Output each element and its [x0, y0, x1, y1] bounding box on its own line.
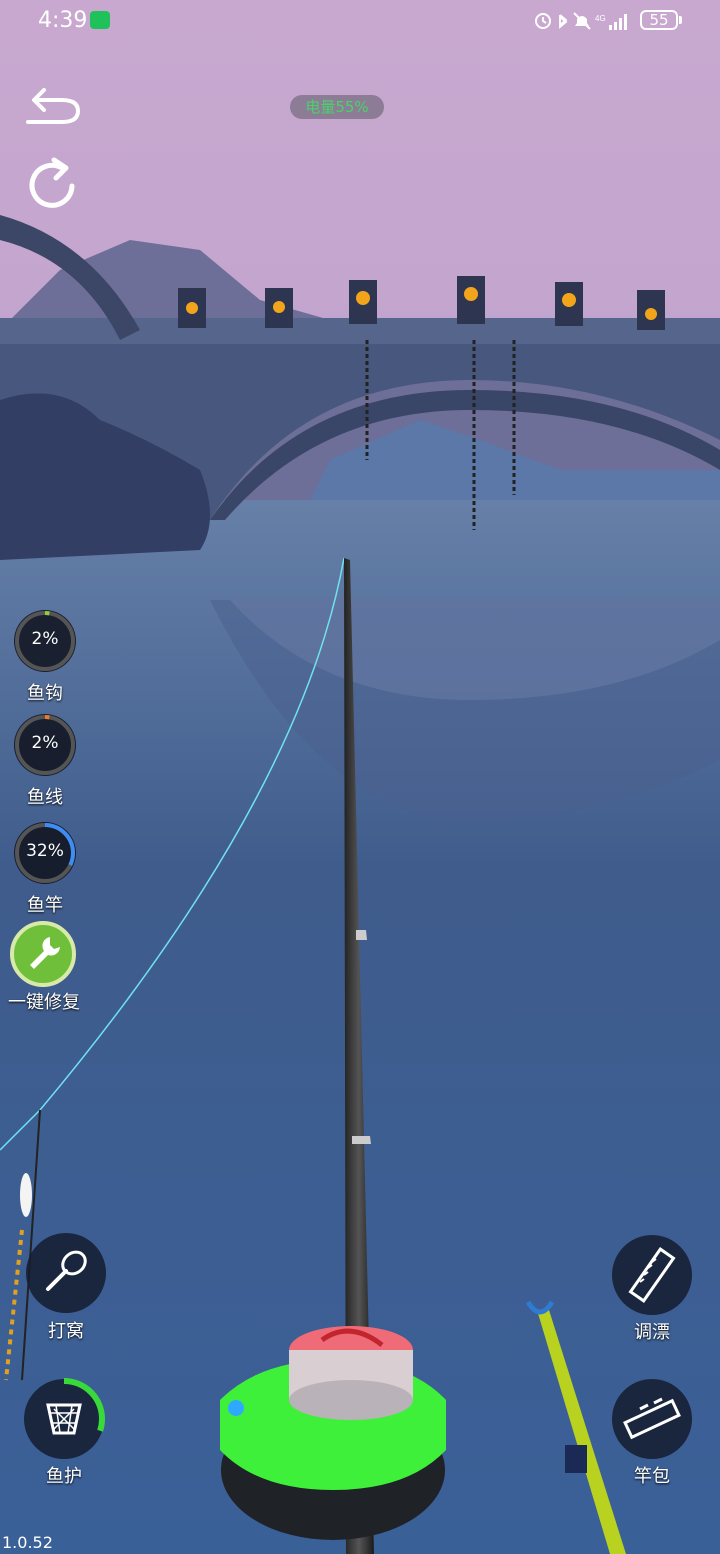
ruler-icon — [628, 1247, 676, 1303]
bait-scoop-label: 打窝 — [48, 1321, 84, 1342]
float-adjust-label: 调漂 — [634, 1322, 670, 1343]
rod-bag-label: 竿包 — [634, 1466, 670, 1487]
battery-level-pill: 电量55% — [290, 95, 384, 119]
rod-bag-icon — [623, 1397, 681, 1440]
alarm-icon — [535, 13, 551, 29]
line-label: 鱼线 — [27, 787, 63, 808]
fish-net-label: 鱼护 — [46, 1466, 82, 1487]
refresh-button[interactable] — [22, 156, 82, 216]
version-label: 1.0.52 — [2, 1533, 53, 1552]
hook-durability-value: 2% — [31, 629, 59, 649]
rod-durability-value: 32% — [26, 841, 64, 861]
line-durability-gauge: 2% 鱼线 — [11, 711, 79, 808]
float-adjust-button[interactable] — [612, 1235, 692, 1315]
status-bar: 4:39 4G 55 — [0, 0, 720, 44]
hook-durability-gauge: 2% 鱼钩 — [11, 607, 79, 704]
status-time: 4:39 — [38, 8, 88, 33]
rod-label: 鱼竿 — [27, 895, 63, 916]
signal-icon — [609, 14, 627, 30]
battery-tip — [679, 16, 682, 24]
mute-bell-icon — [573, 12, 591, 30]
back-arrow-icon — [26, 88, 81, 124]
hook-label: 鱼钩 — [27, 683, 63, 704]
bluetooth-icon — [559, 14, 568, 29]
wrench-icon — [30, 937, 60, 969]
bait-scoop-button[interactable] — [26, 1233, 106, 1313]
fish-net-icon — [46, 1403, 82, 1435]
scoop-icon — [46, 1250, 87, 1291]
refresh-icon — [29, 157, 75, 208]
battery-indicator: 55 — [640, 10, 678, 30]
one-click-repair-button[interactable] — [10, 921, 76, 987]
line-durability-value: 2% — [31, 733, 59, 753]
wechat-notification-icon — [90, 11, 110, 29]
one-click-repair-label: 一键修复 — [8, 992, 80, 1013]
rod-durability-gauge: 32% 鱼竿 — [11, 819, 79, 916]
network-type-label: 4G — [595, 14, 606, 23]
fish-net-button[interactable] — [23, 1378, 105, 1460]
rod-bag-button[interactable] — [612, 1379, 692, 1459]
status-icons: 4G — [535, 12, 627, 30]
back-button[interactable] — [22, 80, 82, 140]
